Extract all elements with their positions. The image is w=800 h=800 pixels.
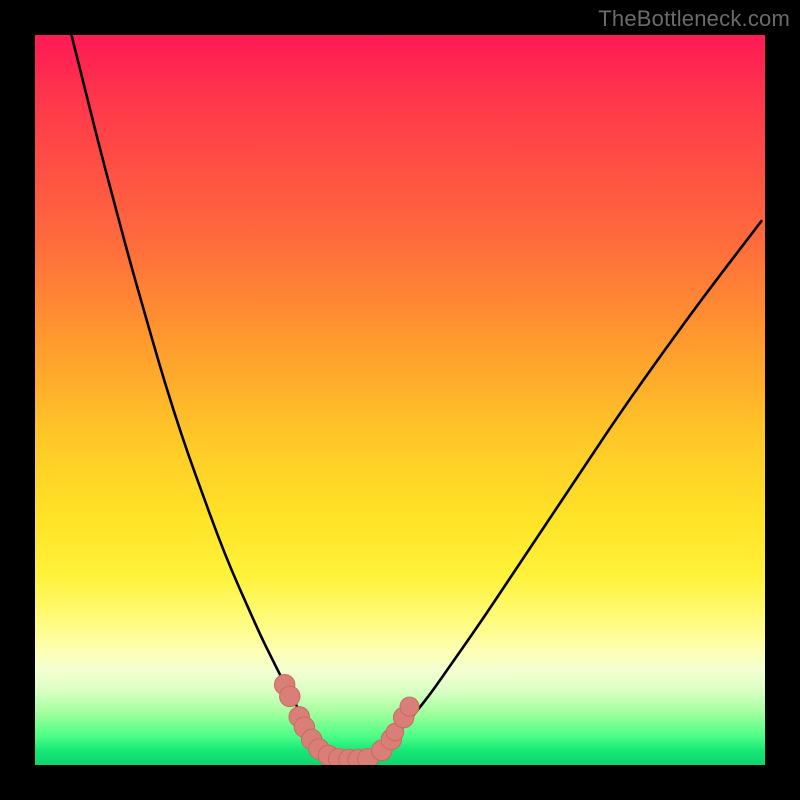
outer-frame: TheBottleneck.com [0, 0, 800, 800]
plot-area [35, 35, 765, 765]
watermark-text: TheBottleneck.com [598, 6, 790, 32]
